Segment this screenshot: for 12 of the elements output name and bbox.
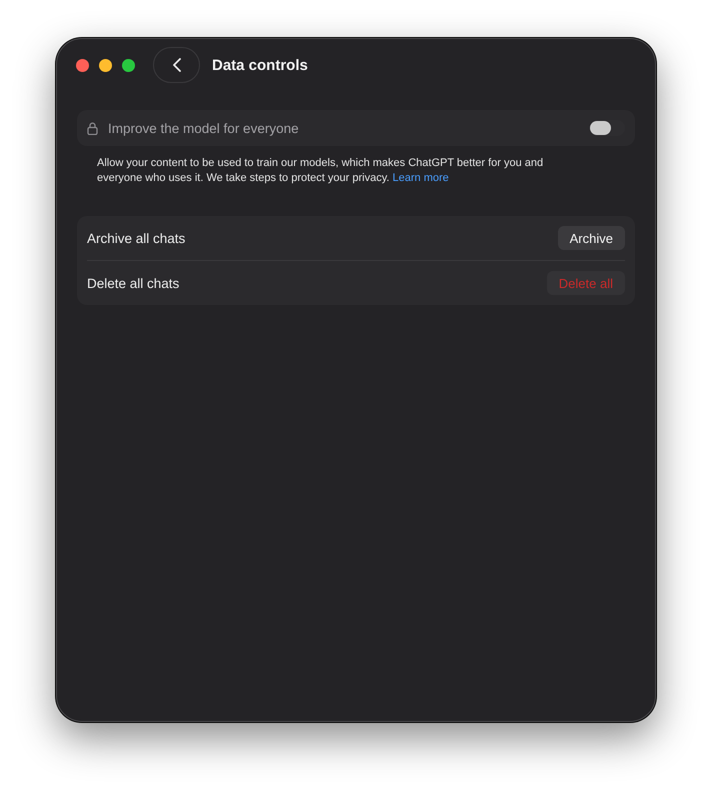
window-title: Data controls — [212, 56, 308, 74]
setting-label: Improve the model for everyone — [108, 120, 300, 136]
action-label: Delete all chats — [87, 276, 180, 290]
lock-icon — [87, 122, 98, 134]
close-icon[interactable] — [76, 58, 89, 72]
maximize-icon[interactable] — [122, 58, 135, 72]
learn-more-link[interactable]: Learn more — [392, 172, 449, 184]
description-text: Allow your content to be used to train our models, which makes ChatGPT better for you and everyone who uses it. We take steps to protect your privacy. Learn more — [97, 156, 544, 186]
chevron-left-icon — [172, 58, 180, 72]
minimize-icon[interactable] — [99, 58, 112, 72]
archive-button[interactable]: Archive — [558, 226, 625, 250]
action-label: Archive all chats — [87, 230, 186, 246]
